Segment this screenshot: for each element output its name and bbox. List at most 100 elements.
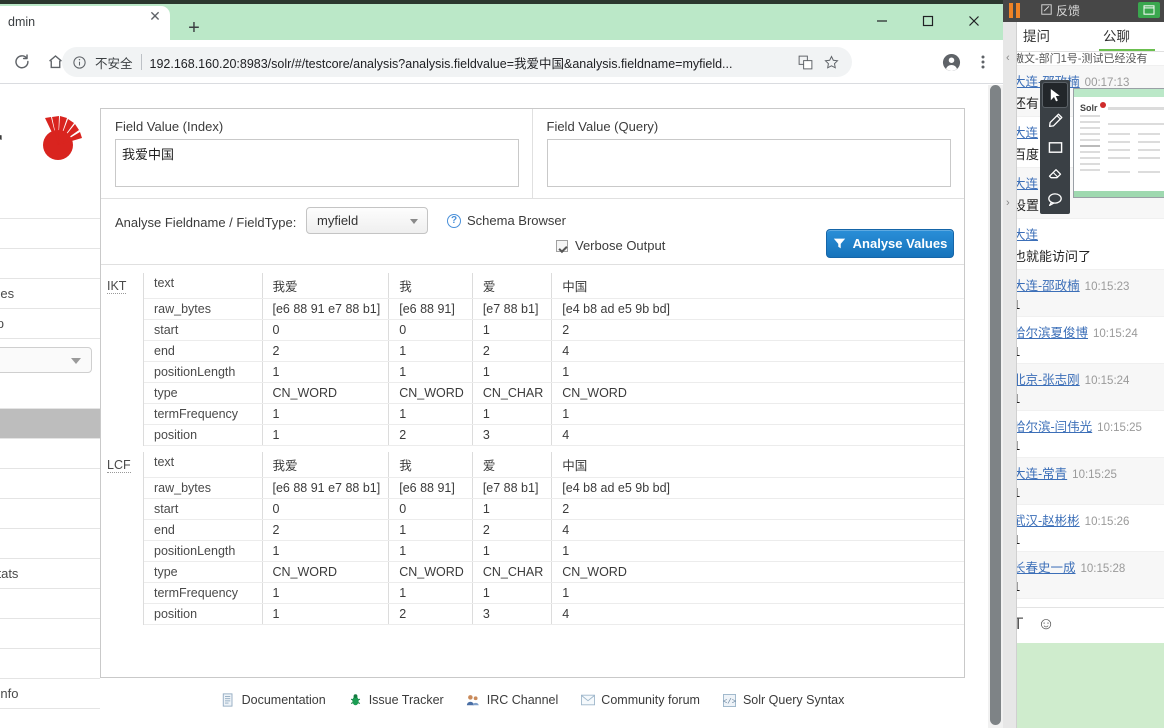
footer-link-label: Documentation: [241, 693, 326, 707]
thumbnail-line: [1138, 149, 1160, 151]
attr-label: type: [144, 561, 262, 583]
window-minimize-button[interactable]: [859, 6, 905, 36]
new-tab-icon[interactable]: +: [182, 17, 206, 41]
pencil-tool[interactable]: [1043, 109, 1067, 133]
translate-icon[interactable]: [792, 51, 818, 73]
chevron-left-icon[interactable]: ‹: [1006, 52, 1010, 64]
attr-label: termFrequency: [144, 403, 262, 425]
thumbnail-line: [1080, 133, 1100, 135]
list-item[interactable]: 哈尔滨-闫伟光 10:15:25 1: [1003, 411, 1164, 458]
kebab-menu-icon[interactable]: [967, 47, 999, 77]
reload-icon[interactable]: [6, 47, 36, 77]
footer-link-solr-query-syntax[interactable]: </> Solr Query Syntax: [722, 693, 844, 708]
window-close-button[interactable]: [951, 6, 997, 36]
pause-icon[interactable]: [1009, 3, 1023, 18]
chat-message-input[interactable]: [1011, 643, 1164, 728]
sidebar-item-query[interactable]: uery: [0, 589, 100, 619]
message-sender[interactable]: 长春史一成: [1013, 561, 1076, 575]
bug-icon: [348, 693, 363, 708]
table-row: positionLength 1 1 1 1: [144, 540, 964, 562]
footer-link-documentation[interactable]: Documentation: [221, 693, 326, 708]
page-scrollbar[interactable]: [988, 85, 1003, 728]
sidebar-item-analysis[interactable]: nalysis: [0, 409, 100, 439]
list-item[interactable]: 武汉-赵彬彬 10:15:26 1: [1003, 505, 1164, 552]
feedback-button[interactable]: 反馈: [1041, 2, 1080, 19]
sidebar-item-files[interactable]: iles: [0, 499, 100, 529]
analyzer-name[interactable]: IKT: [107, 279, 127, 294]
list-item[interactable]: 大连 也就能访问了: [1003, 219, 1164, 270]
token-cell: 我爱: [261, 273, 389, 299]
field-value-query-input[interactable]: [546, 139, 951, 187]
message-sender[interactable]: 北京-张志刚: [1013, 373, 1080, 387]
list-item[interactable]: 大连-邵政楠 10:15:23 1: [1003, 270, 1164, 317]
window-icon[interactable]: [1138, 2, 1160, 18]
list-item[interactable]: 大连-常青 10:15:25 1: [1003, 458, 1164, 505]
analyzer-name[interactable]: LCF: [107, 458, 131, 473]
address-bar[interactable]: 不安全 192.168.160.20:8983/solr/#/testcore/…: [62, 47, 852, 77]
solr-logo[interactable]: olr: [0, 93, 94, 178]
star-icon[interactable]: [818, 51, 844, 73]
tab-ask[interactable]: 提问: [1023, 25, 1050, 45]
sidebar-item-documents[interactable]: ocuments: [0, 469, 100, 499]
sidebar-item-java-properties[interactable]: a Properties: [0, 279, 100, 309]
window-maximize-button[interactable]: [905, 6, 951, 36]
sidebar-item-dashboard[interactable]: hboard: [0, 189, 100, 219]
sidebar-item-logging[interactable]: gging: [0, 219, 100, 249]
rectangle-tool[interactable]: [1043, 135, 1067, 159]
message-sender[interactable]: 哈尔滨夏俊博: [1013, 326, 1088, 340]
thumbnail-line: [1080, 157, 1100, 159]
list-item[interactable]: 嗷文-部门1号-测试已经没有大文本: [1003, 52, 1164, 66]
list-item[interactable]: 哈尔滨夏俊博 10:15:24 1: [1003, 317, 1164, 364]
tab-close-icon[interactable]: ✕: [146, 7, 164, 25]
schema-browser-link[interactable]: ? Schema Browser: [447, 213, 566, 228]
sidebar-item-core-admin[interactable]: e Admin: [0, 249, 100, 279]
message-sender[interactable]: 哈尔滨-闫伟光: [1013, 420, 1092, 434]
emoji-icon[interactable]: ☺: [1037, 614, 1054, 634]
token-cell: 我: [388, 273, 473, 299]
core-selector[interactable]: re: [0, 347, 92, 373]
cursor-tool[interactable]: [1042, 82, 1068, 108]
attr-label: position: [144, 424, 262, 446]
sidebar-item-dataimport[interactable]: ataimport: [0, 439, 100, 469]
chat-collapse-strip[interactable]: ‹ ›: [1003, 22, 1017, 728]
fieldname-select[interactable]: myfield: [306, 207, 428, 234]
account-icon[interactable]: [935, 47, 967, 77]
sidebar-item-overview[interactable]: verview: [0, 379, 100, 409]
footer-link-issue-tracker[interactable]: Issue Tracker: [348, 693, 444, 708]
token-cell: 2: [471, 519, 552, 541]
sidebar-item-ping[interactable]: ing: [0, 529, 100, 559]
message-time: 10:15:26: [1084, 516, 1130, 528]
footer-link-label: Issue Tracker: [368, 693, 444, 707]
field-value-index-input[interactable]: [115, 139, 519, 187]
sidebar-item-plugins-stats[interactable]: lugins / Stats: [0, 559, 100, 589]
list-item[interactable]: 长春史一成 10:15:28 1: [1003, 552, 1164, 599]
sidebar-item-replication[interactable]: eplication: [0, 619, 100, 649]
message-time: 10:15:24: [1093, 328, 1138, 340]
comment-tool[interactable]: [1043, 187, 1067, 211]
token-cell: [e7 88 b1]: [471, 298, 552, 320]
verbose-output-toggle[interactable]: Verbose Output: [556, 238, 665, 253]
sidebar-item-thread-dump[interactable]: ead Dump: [0, 309, 100, 339]
thumbnail-line: [1138, 157, 1160, 159]
verbose-checkbox[interactable]: [556, 239, 568, 252]
footer-link-community-forum[interactable]: Community forum: [580, 693, 700, 708]
chevron-right-icon[interactable]: ›: [1006, 197, 1010, 209]
token-cell: 1: [471, 403, 552, 425]
attr-label: raw_bytes: [144, 477, 262, 499]
sidebar-item-schema[interactable]: chema: [0, 649, 100, 679]
message-sender[interactable]: 武汉-赵彬彬: [1013, 514, 1080, 528]
browser-tab[interactable]: dmin: [0, 6, 170, 40]
footer-link-irc-channel[interactable]: IRC Channel: [466, 693, 559, 708]
table-row: raw_bytes [e6 88 91 e7 88 b1] [e6 88 91]…: [144, 477, 964, 499]
list-item[interactable]: 广州-王雨10:15:37 1: [1003, 599, 1164, 607]
scrollbar-thumb[interactable]: [990, 85, 1001, 725]
tab-public-chat[interactable]: 公聊: [1103, 25, 1130, 45]
analyse-values-button[interactable]: Analyse Values: [826, 229, 954, 258]
sidebar-item-segments-info[interactable]: egments info: [0, 679, 100, 709]
token-cell: 1: [471, 319, 552, 341]
eraser-tool[interactable]: [1043, 161, 1067, 185]
list-item[interactable]: 北京-张志刚 10:15:24 1: [1003, 364, 1164, 411]
message-sender[interactable]: 大连-常青: [1013, 467, 1067, 481]
footer-link-label: IRC Channel: [486, 693, 559, 707]
message-sender[interactable]: 大连-邵政楠: [1013, 279, 1080, 293]
